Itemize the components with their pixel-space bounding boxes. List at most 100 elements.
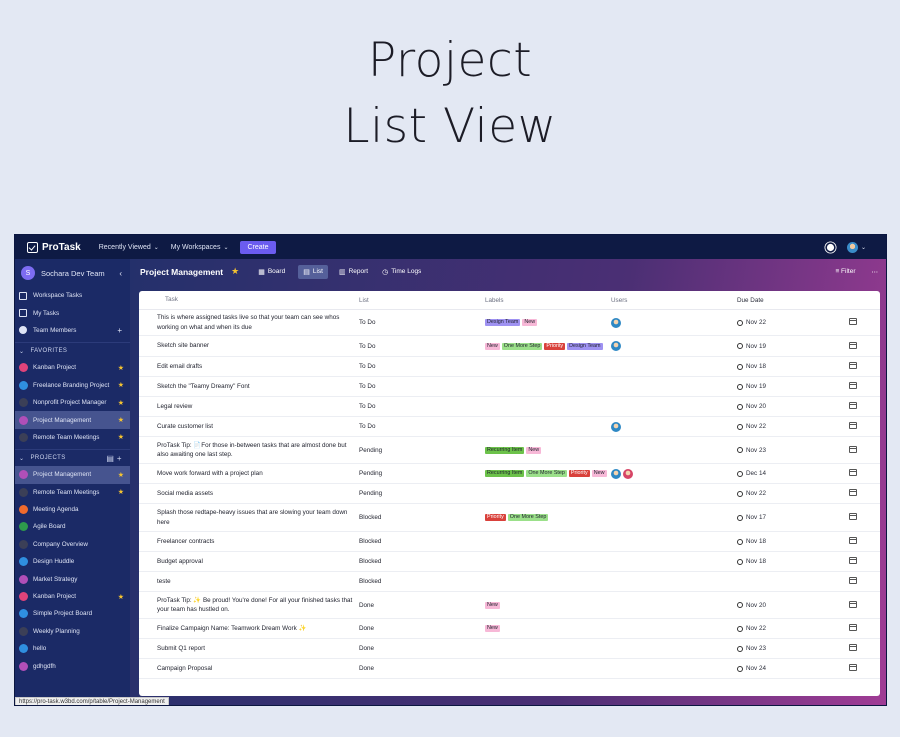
archive-icon[interactable] [849, 513, 857, 520]
label-badge[interactable]: Priority [568, 470, 590, 477]
task-due-date[interactable]: Nov 18 [737, 363, 849, 370]
archive-icon[interactable] [849, 577, 857, 584]
avatar[interactable] [611, 317, 621, 328]
sidebar-favorite-item[interactable]: Freelance Branding Project ★ [15, 377, 130, 394]
my-workspaces-menu[interactable]: My Workspaces ⌄ [171, 244, 229, 251]
add-project-icon[interactable]: + [117, 454, 122, 463]
label-badge[interactable]: Recurring Item [485, 446, 525, 454]
table-row[interactable]: Splash those redtape-heavy issues that a… [139, 504, 880, 532]
label-badge[interactable]: Design Team [485, 319, 521, 326]
label-badge[interactable]: Design Team [567, 342, 603, 350]
label-badge[interactable]: New [485, 625, 500, 632]
sidebar-favorite-item[interactable]: Kanban Project ★ [15, 359, 130, 376]
label-badge[interactable]: Recurring Item [485, 470, 525, 477]
label-badge[interactable]: New [526, 446, 542, 454]
archive-icon[interactable] [849, 624, 857, 631]
table-row[interactable]: Sketch the "Teamy Dreamy" Font To Do Nov 1… [139, 377, 880, 397]
avatar[interactable] [611, 341, 621, 351]
table-row[interactable]: Budget approval Blocked Nov 18 [139, 552, 880, 572]
task-title[interactable]: Finalize Campaign Name: Teamwork Dream W… [139, 624, 359, 634]
archive-icon[interactable] [849, 318, 857, 325]
task-due-date[interactable]: Nov 17 [737, 514, 849, 521]
archive-icon[interactable] [849, 382, 857, 389]
sidebar-project-item[interactable]: Remote Team Meetings ★ [15, 484, 130, 501]
sidebar-project-item[interactable]: Project Management ★ [15, 466, 130, 484]
column-due-date[interactable]: Due Date [737, 297, 849, 304]
sidebar-project-item[interactable]: hello [15, 640, 130, 657]
label-badge[interactable]: New [485, 342, 500, 350]
task-title[interactable]: ProTask Tip: ✨ Be proud! You're done! Fo… [139, 596, 359, 615]
task-title[interactable]: Splash those redtape-heavy issues that a… [139, 508, 359, 527]
sidebar-project-item[interactable]: Company Overview [15, 536, 130, 553]
avatar[interactable] [623, 468, 633, 479]
table-row[interactable]: Social media assets Pending Nov 22 [139, 484, 880, 504]
sidebar-item-workspace-tasks[interactable]: Workspace Tasks [15, 287, 130, 304]
table-row[interactable]: Submit Q1 report Done Nov 23 [139, 639, 880, 659]
task-due-date[interactable]: Nov 22 [737, 319, 849, 326]
table-row[interactable]: Sketch site banner To Do New One More Step P… [139, 336, 880, 357]
user-menu[interactable]: ⌄ [846, 241, 866, 253]
archive-icon[interactable] [849, 469, 857, 476]
task-due-date[interactable]: Nov 23 [737, 447, 849, 454]
archive-icon[interactable] [849, 489, 857, 496]
label-badge[interactable]: New [485, 601, 500, 609]
table-row[interactable]: ProTask Tip: 📄For those in-between tasks… [139, 437, 880, 464]
sidebar-project-item[interactable]: Simple Project Board [15, 605, 130, 622]
task-due-date[interactable]: Dec 14 [737, 470, 849, 477]
task-due-date[interactable]: Nov 19 [737, 343, 849, 350]
task-title[interactable]: Move work forward with a project plan [139, 469, 359, 479]
table-row[interactable]: This is where assigned tasks live so tha… [139, 310, 880, 336]
more-options-icon[interactable]: ⋯ [872, 268, 879, 276]
table-row[interactable]: Legal review To Do Nov 20 [139, 397, 880, 417]
archive-icon[interactable] [849, 402, 857, 409]
label-badge[interactable]: Priority [544, 342, 566, 350]
filter-button[interactable]: ≡ Filter [835, 268, 855, 275]
archive-icon[interactable] [849, 664, 857, 671]
task-due-date[interactable]: Nov 23 [737, 645, 849, 652]
column-list[interactable]: List [359, 297, 485, 304]
table-row[interactable]: ProTask Tip: ✨ Be proud! You're done! Fo… [139, 592, 880, 619]
star-icon[interactable]: ★ [118, 488, 124, 496]
table-row[interactable]: Campaign Proposal Done Nov 24 [139, 659, 880, 679]
star-icon[interactable]: ★ [118, 381, 124, 389]
tab-board[interactable]: ▦ Board [253, 265, 290, 279]
star-icon[interactable]: ★ [118, 364, 124, 372]
collapse-sidebar-icon[interactable]: ‹ [119, 269, 122, 278]
table-row[interactable]: Edit email drafts To Do Nov 18 [139, 357, 880, 377]
task-due-date[interactable]: Nov 22 [737, 423, 849, 430]
sidebar-project-item[interactable]: Market Strategy [15, 570, 130, 587]
archive-icon[interactable] [849, 341, 857, 349]
tab-list[interactable]: ▤ List [298, 264, 328, 279]
theme-toggle-sun-icon[interactable] [826, 243, 835, 251]
brand-logo[interactable]: ProTask [27, 241, 81, 253]
label-badge[interactable]: New [591, 470, 607, 477]
table-row[interactable]: Freelancer contracts Blocked Nov 18 [139, 532, 880, 552]
tab-time-logs[interactable]: ◷ Time Logs [377, 265, 426, 279]
label-badge[interactable]: New [522, 319, 538, 326]
archive-icon[interactable] [849, 422, 857, 429]
label-badge[interactable]: One More Step [526, 470, 567, 477]
task-due-date[interactable]: Nov 18 [737, 538, 849, 545]
task-title[interactable]: Sketch site banner [139, 341, 359, 351]
task-title[interactable]: This is where assigned tasks live so tha… [139, 313, 359, 332]
sidebar-favorite-item[interactable]: Nonprofit Project Manager ★ [15, 394, 130, 411]
star-icon[interactable]: ★ [118, 593, 124, 601]
table-row[interactable]: teste Blocked [139, 572, 880, 592]
sidebar-project-item[interactable]: Agile Board [15, 518, 130, 535]
label-badge[interactable]: One More Step [501, 342, 543, 350]
sidebar-project-item[interactable]: Meeting Agenda [15, 501, 130, 518]
task-title[interactable]: teste [139, 577, 359, 587]
task-due-date[interactable]: Nov 24 [737, 665, 849, 672]
star-icon[interactable]: ★ [118, 471, 124, 479]
task-due-date[interactable]: Nov 20 [737, 403, 849, 410]
grid-icon[interactable]: ▤ [106, 454, 114, 463]
task-title[interactable]: Social media assets [139, 489, 359, 499]
favorite-star-icon[interactable]: ★ [231, 266, 239, 277]
sidebar-item-team-members[interactable]: Team Members + [15, 322, 130, 339]
task-title[interactable]: Submit Q1 report [139, 644, 359, 654]
archive-icon[interactable] [849, 362, 857, 369]
sidebar-item-my-tasks[interactable]: My Tasks [15, 304, 130, 321]
archive-icon[interactable] [849, 600, 857, 608]
task-due-date[interactable]: Nov 19 [737, 383, 849, 390]
task-title[interactable]: Legal review [139, 402, 359, 412]
